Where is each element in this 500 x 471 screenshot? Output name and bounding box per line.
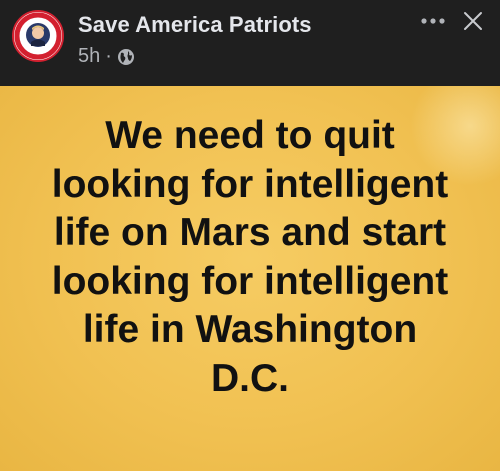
meme-line: We need to quit [105, 114, 395, 157]
meme-line: looking for intelligent [51, 259, 449, 303]
facebook-post: Save America Patriots 5h · We need to qu… [0, 0, 500, 471]
meme-line: life on Mars and start [53, 211, 447, 254]
page-name[interactable]: Save America Patriots [78, 12, 312, 38]
meme-text: We need to quit looking for intelligent … [0, 112, 500, 403]
post-time[interactable]: 5h [78, 45, 100, 68]
patriots-logo-icon [14, 12, 62, 60]
post-meta: 5h · [78, 45, 135, 68]
meme-line: looking for intelligent [51, 162, 449, 206]
close-button[interactable] [458, 6, 488, 36]
globe-icon [117, 48, 135, 66]
meme-line: D.C. [211, 356, 289, 400]
more-options-icon [421, 18, 445, 24]
meta-separator: · [105, 45, 112, 67]
avatar[interactable] [12, 10, 64, 62]
more-options-button[interactable] [418, 8, 448, 34]
post-image[interactable]: We need to quit looking for intelligent … [0, 86, 500, 471]
close-icon [464, 12, 482, 30]
meme-line: life in Washington [82, 308, 418, 351]
post-header: Save America Patriots 5h · [0, 0, 500, 86]
